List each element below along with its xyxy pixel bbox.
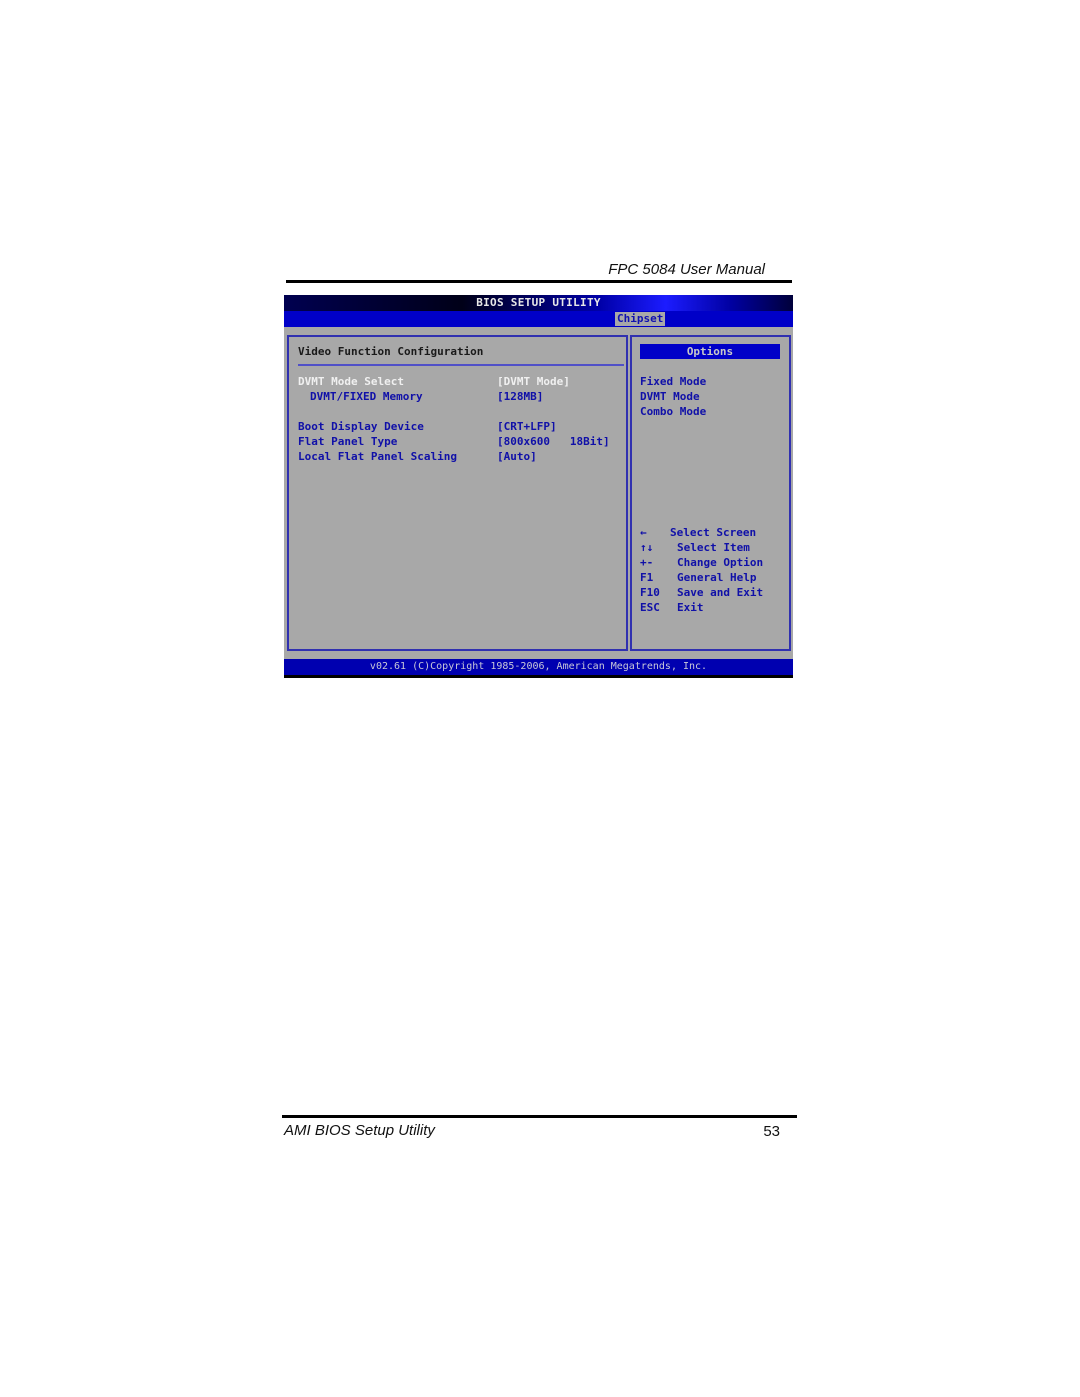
document-header-title: FPC 5084 User Manual [608,261,765,278]
setting-value: [Auto] [497,450,537,463]
setting-label: Boot Display Device [298,420,424,433]
setting-value: [CRT+LFP] [497,420,557,433]
bios-copyright-footer: v02.61 (C)Copyright 1985-2006, American … [284,659,793,675]
setting-label: Flat Panel Type [298,435,398,448]
setting-value: [DVMT Mode] [497,375,570,388]
help-panel: Options Fixed Mode DVMT Mode Combo Mode … [630,335,791,651]
plus-minus-key-icon: +- [640,556,654,569]
section-title: Video Function Configuration [298,345,484,358]
setting-flat-panel-type[interactable]: Flat Panel Type [800x600 18Bit] [289,434,619,449]
f1-key: F1 [640,571,654,584]
setting-local-flat-panel-scaling[interactable]: Local Flat Panel Scaling [Auto] [289,449,619,464]
help-select-item: ↑↓ Select Item [640,540,790,555]
setting-value: [800x600 18Bit] [497,435,610,448]
setting-dvmt-mode-select[interactable]: DVMT Mode Select [DVMT Mode] [289,374,619,389]
bios-title-bar: BIOS SETUP UTILITY [284,295,793,311]
f10-key: F10 [640,586,660,599]
option-combo-mode[interactable]: Combo Mode [640,404,706,419]
help-save-exit: F10 Save and Exit [640,585,790,600]
help-change-option: +- Change Option [640,555,790,570]
settings-panel: Video Function Configuration DVMT Mode S… [287,335,628,651]
help-desc: Save and Exit [677,586,764,599]
setting-dvmt-fixed-memory[interactable]: DVMT/FIXED Memory [128MB] [289,389,619,404]
setting-label: Local Flat Panel Scaling [298,450,457,463]
esc-key: ESC [640,601,660,614]
option-dvmt-mode[interactable]: DVMT Mode [640,389,700,404]
setting-label: DVMT Mode Select [298,375,404,388]
header-divider [286,280,792,283]
help-desc: General Help [677,571,757,584]
setting-boot-display-device[interactable]: Boot Display Device [CRT+LFP] [289,419,619,434]
tab-chipset[interactable]: Chipset [615,312,666,326]
help-desc: Change Option [677,556,764,569]
setting-value: [128MB] [497,390,544,403]
help-desc: Select Screen [670,526,757,539]
setting-label: DVMT/FIXED Memory [310,390,423,403]
footer-divider [282,1115,797,1118]
bios-screenshot: BIOS SETUP UTILITY Chipset Video Functio… [284,295,793,678]
up-down-arrow-key-icon: ↑↓ [640,541,654,554]
document-footer-title: AMI BIOS Setup Utility [284,1122,435,1139]
help-general-help: F1 General Help [640,570,790,585]
help-desc: Select Item [677,541,750,554]
bios-bottom-edge [284,675,793,678]
option-fixed-mode[interactable]: Fixed Mode [640,374,706,389]
help-desc: Exit [677,601,704,614]
help-select-screen: ← Select Screen [640,525,790,540]
page-number: 53 [763,1123,780,1140]
help-exit: ESC Exit [640,600,790,615]
section-divider [298,364,624,366]
bios-tab-bar: Chipset [284,311,793,327]
left-arrow-key-icon: ← [640,526,647,539]
options-header: Options [640,344,780,359]
